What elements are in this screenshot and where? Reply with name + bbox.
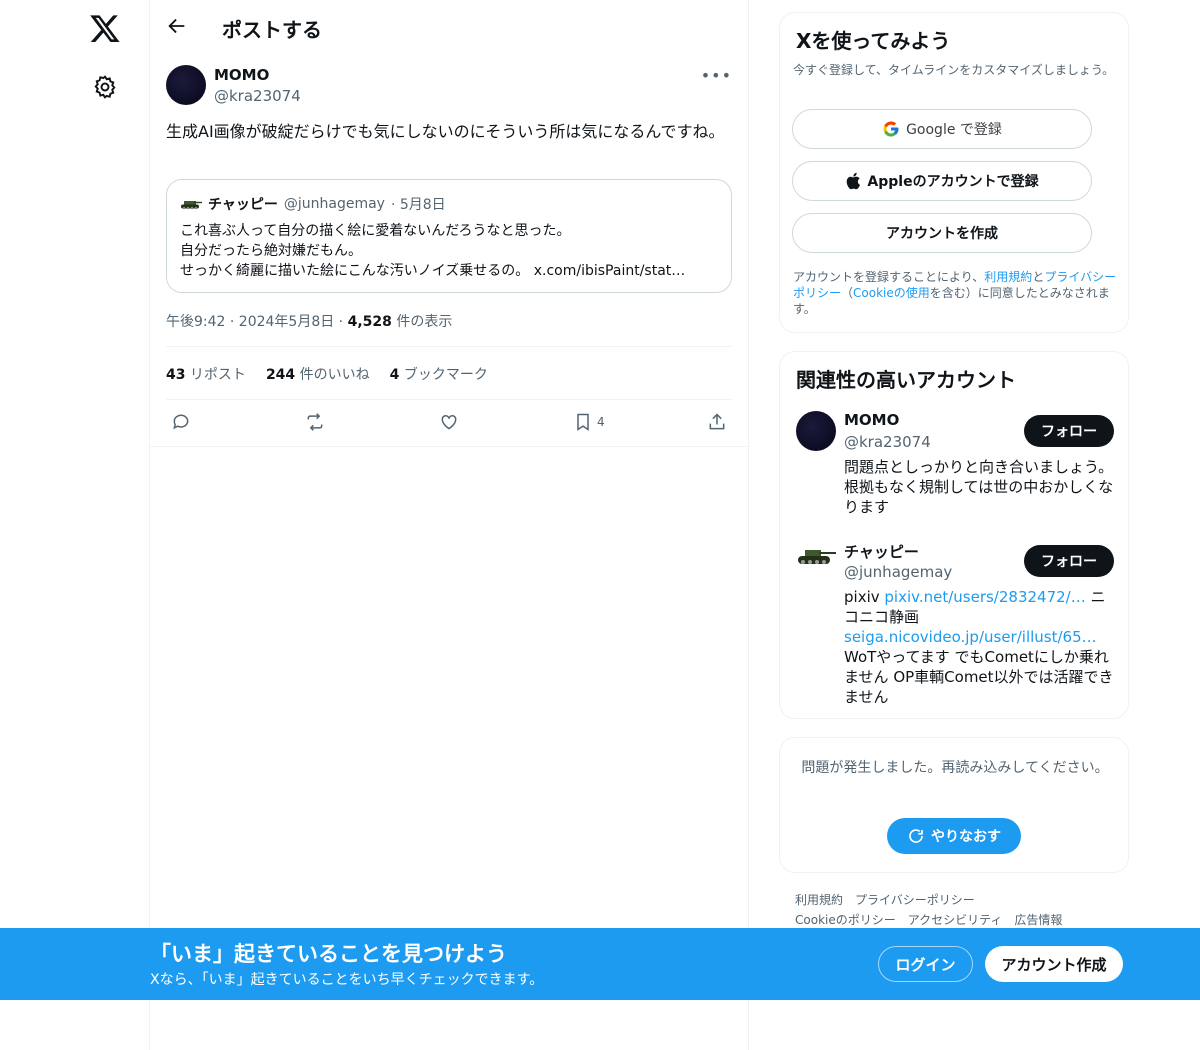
post-timestamp: 午後9:42 · 2024年5月8日 · 4,528 件の表示 — [166, 311, 452, 331]
bookmark-button[interactable]: 4 — [573, 410, 605, 434]
account-bio: 問題点としっかりと向き合いましょう。 根拠もなく規制しては世の中おかしくなります — [844, 458, 1114, 516]
quote-author-name: チャッピー — [208, 197, 278, 213]
like-button[interactable] — [439, 410, 459, 434]
footer-cookie-link[interactable]: Cookieのポリシー — [795, 913, 896, 927]
more-options-icon[interactable]: ••• — [701, 66, 732, 85]
account-name: チャッピー — [844, 543, 919, 561]
error-card: 問題が発生しました。再読み込みしてください。 やりなおす — [779, 737, 1129, 873]
views-label: 件の表示 — [391, 314, 453, 330]
repost-icon — [307, 413, 323, 431]
quoted-post[interactable]: チャッピー @junhagemay · 5月8日 これ喜ぶ人って自分の描く絵に愛… — [166, 179, 732, 293]
tank-avatar-icon[interactable] — [796, 543, 836, 569]
signup-card: Xを使ってみよう 今すぐ登録して、タイムラインをカスタマイズしましょう。 Goo… — [779, 12, 1129, 333]
gear-icon[interactable] — [92, 74, 118, 100]
quote-date: · 5月8日 — [390, 197, 446, 213]
share-button[interactable] — [707, 410, 727, 434]
main-column: ポストする MOMO @kra23074 ••• 生成AI画像が破綻だらけでも気… — [149, 0, 749, 1050]
account-name: MOMO — [844, 411, 900, 429]
author-handle[interactable]: @kra23074 — [214, 87, 301, 105]
arrow-left-icon[interactable] — [166, 15, 188, 37]
apple-signup-button[interactable]: Appleのアカウントで登録 — [792, 161, 1092, 201]
retry-button[interactable]: やりなおす — [887, 818, 1021, 854]
bio-link[interactable]: pixiv.net/users/2832472/… — [884, 588, 1085, 606]
footer-privacy-link[interactable]: プライバシーポリシー — [855, 893, 975, 907]
apple-icon — [847, 172, 861, 190]
footer-ads-link[interactable]: 広告情報 — [1014, 913, 1062, 927]
create-account-button[interactable]: アカウントを作成 — [792, 213, 1092, 253]
signup-legal: アカウントを登録することにより、利用規約とプライバシーポリシー（Cookieの使… — [793, 270, 1117, 316]
repost-button[interactable] — [305, 410, 325, 434]
signup-subtitle: 今すぐ登録して、タイムラインをカスタマイズしましょう。 — [793, 63, 1115, 77]
login-prompt-bar: 「いま」起きていることを見つけよう Xなら、「いま」起きていることをいち早くチェ… — [0, 928, 1200, 1000]
refresh-icon — [909, 829, 923, 843]
quote-line: これ喜ぶ人って自分の描く絵に愛着ないんだろうなと思った。 — [180, 223, 571, 239]
account-handle: @junhagemay — [844, 563, 953, 581]
reposts-stat[interactable]: 43 リポスト — [166, 364, 246, 384]
quote-text: これ喜ぶ人って自分の描く絵に愛着ないんだろうなと思った。 自分だったら絶対嫌だも… — [180, 221, 720, 281]
avatar[interactable] — [166, 65, 206, 105]
related-accounts-card: 関連性の高いアカウント MOMO @kra23074 フォロー 問題点としっかり… — [779, 351, 1129, 719]
follow-button[interactable]: フォロー — [1024, 545, 1114, 577]
share-icon — [709, 413, 725, 430]
apple-signup-label: Appleのアカウントで登録 — [867, 174, 1039, 190]
retry-label: やりなおす — [931, 829, 1001, 845]
views-count: 4,528 — [347, 314, 392, 330]
tank-avatar-icon — [181, 201, 202, 210]
post-stats: 43 リポスト 244 件のいいね 4 ブックマーク — [166, 364, 488, 384]
cookie-link[interactable]: Cookieの使用 — [853, 286, 930, 300]
google-signup-label: Google で登録 — [906, 122, 1002, 138]
footer-accessibility-link[interactable]: アクセシビリティ — [908, 913, 1003, 927]
google-icon — [883, 121, 899, 137]
divider — [150, 446, 748, 447]
action-bar: 4 — [166, 410, 732, 434]
follow-button[interactable]: フォロー — [1024, 415, 1114, 447]
avatar[interactable] — [796, 411, 836, 451]
create-account-button[interactable]: アカウント作成 — [985, 946, 1123, 982]
post-text: 生成AI画像が破綻だらけでも気にしないのにそういう所は気になるんですね。 — [166, 122, 725, 141]
prompt-subtitle: Xなら、「いま」起きていることをいち早くチェックできます。 — [150, 972, 544, 988]
bio-link[interactable]: seiga.nicovideo.jp/user/illust/65… — [844, 628, 1097, 646]
likes-stat[interactable]: 244 件のいいね — [266, 364, 370, 384]
terms-link[interactable]: 利用規約 — [984, 270, 1032, 284]
reply-button[interactable] — [171, 410, 191, 434]
page-title: ポストする — [222, 18, 322, 42]
divider — [166, 346, 732, 347]
reply-icon — [173, 414, 189, 430]
left-nav — [0, 0, 150, 1050]
author-name[interactable]: MOMO — [214, 66, 269, 84]
account-bio: pixiv pixiv.net/users/2832472/… ニコニコ静画 s… — [844, 588, 1114, 706]
signup-title: Xを使ってみよう — [796, 29, 951, 53]
google-signup-button[interactable]: Google で登録 — [792, 109, 1092, 149]
footer-terms-link[interactable]: 利用規約 — [795, 893, 843, 907]
create-account-label: アカウントを作成 — [886, 226, 998, 242]
related-accounts-title: 関連性の高いアカウント — [796, 368, 1016, 392]
heart-icon — [441, 414, 457, 430]
quote-line: 自分だったら絶対嫌だもん。 — [180, 243, 362, 259]
quote-header: チャッピー @junhagemay · 5月8日 — [180, 194, 446, 214]
login-button[interactable]: ログイン — [878, 946, 973, 982]
bookmark-count: 4 — [597, 415, 605, 429]
prompt-title: 「いま」起きていることを見つけよう — [150, 942, 507, 966]
x-logo-icon[interactable] — [89, 12, 121, 44]
quote-line: せっかく綺麗に描いた絵にこんな汚いノイズ乗せるの。 x.com/ibisPain… — [180, 263, 686, 279]
post-time[interactable]: 午後9:42 · 2024年5月8日 · — [166, 314, 348, 330]
quote-author-handle: @junhagemay — [283, 196, 385, 212]
bookmark-icon — [577, 413, 589, 431]
error-message: 問題が発生しました。再読み込みしてください。 — [801, 760, 1109, 776]
divider — [166, 399, 732, 400]
footer-links: 利用規約 プライバシーポリシー Cookieのポリシー アクセシビリティ 広告情報 — [795, 890, 1125, 930]
top-bar: ポストする — [150, 0, 748, 54]
bookmarks-stat[interactable]: 4 ブックマーク — [390, 364, 488, 384]
account-handle: @kra23074 — [844, 433, 931, 451]
